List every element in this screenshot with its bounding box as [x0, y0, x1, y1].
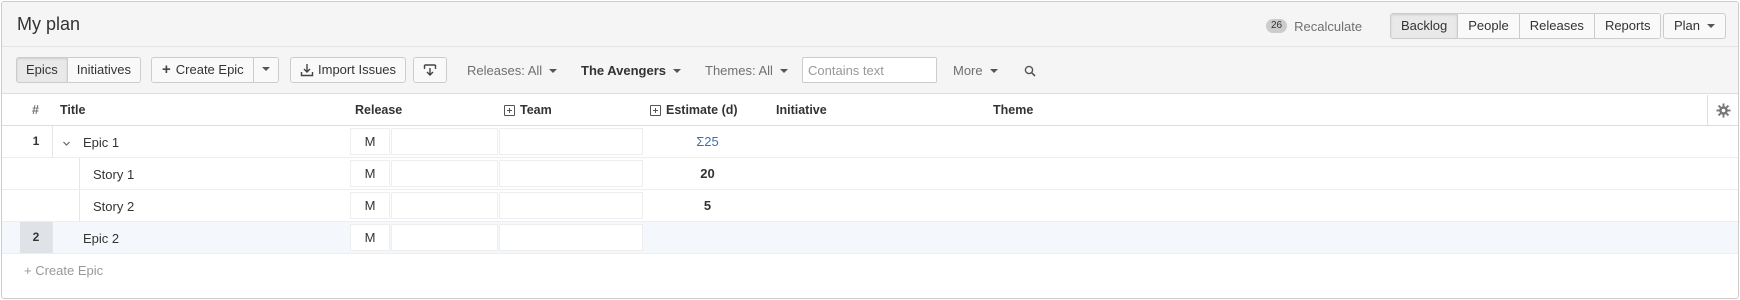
- page-title: My plan: [17, 14, 81, 34]
- tab-people[interactable]: People: [1457, 14, 1519, 38]
- export-icon: [423, 64, 437, 76]
- row-title[interactable]: Epic 2: [83, 231, 119, 246]
- themes-filter-dropdown[interactable]: Themes: All: [705, 63, 788, 78]
- export-button[interactable]: [414, 58, 446, 82]
- chevron-down-icon: [673, 68, 682, 73]
- collapse-toggle[interactable]: [62, 136, 71, 151]
- team-cell[interactable]: [499, 192, 643, 219]
- recalculate-control[interactable]: 26 Recalculate: [1266, 17, 1362, 35]
- more-dropdown[interactable]: More: [953, 63, 998, 78]
- column-initiative[interactable]: Initiative: [776, 103, 827, 117]
- more-label: More: [953, 63, 983, 78]
- chevron-down-icon: [1707, 23, 1716, 28]
- chevron-down-icon: [261, 67, 270, 71]
- chevron-down-icon: [549, 68, 558, 73]
- search-button[interactable]: [1024, 65, 1036, 80]
- column-release[interactable]: Release: [355, 103, 402, 117]
- plus-icon: +: [162, 61, 171, 78]
- releases-filter-label: Releases: All: [467, 63, 543, 78]
- create-epic-button[interactable]: + Create Epic: [152, 58, 253, 82]
- export-group: [413, 57, 447, 83]
- column-estimate[interactable]: Estimate (d): [650, 103, 738, 117]
- release-cell[interactable]: M: [350, 160, 390, 187]
- create-epic-dropdown-button[interactable]: [252, 58, 278, 82]
- row-title[interactable]: Story 2: [93, 199, 134, 214]
- team-cell[interactable]: [499, 224, 643, 251]
- team-cell[interactable]: [499, 160, 643, 187]
- release-extra-cell[interactable]: [391, 128, 498, 155]
- chevron-down-icon: [989, 68, 998, 73]
- view-switcher: Backlog People Releases Reports: [1390, 13, 1662, 39]
- create-epic-link[interactable]: + Create Epic: [24, 263, 103, 278]
- plan-menu-button[interactable]: Plan: [1663, 13, 1727, 39]
- initiatives-toggle[interactable]: Initiatives: [66, 58, 140, 82]
- search-icon: [1024, 65, 1036, 77]
- tab-releases[interactable]: Releases: [1518, 14, 1594, 38]
- tab-reports[interactable]: Reports: [1593, 14, 1661, 38]
- team-cell[interactable]: [499, 128, 643, 155]
- row-title[interactable]: Epic 1: [83, 135, 119, 150]
- releases-filter-dropdown[interactable]: Releases: All: [467, 63, 558, 78]
- import-issues-group: Import Issues: [290, 57, 407, 83]
- story-indent: [20, 158, 80, 189]
- search-input[interactable]: [802, 57, 937, 83]
- epics-toggle[interactable]: Epics: [17, 58, 67, 82]
- table-row-story-1[interactable]: Story 1 M 20: [2, 158, 1738, 190]
- create-epic-split-button: + Create Epic: [151, 57, 279, 83]
- release-extra-cell[interactable]: [391, 160, 498, 187]
- plan-toolbar: Epics Initiatives + Create Epic Import I…: [2, 47, 1738, 94]
- team-filter-label: The Avengers: [581, 63, 667, 78]
- estimate-value[interactable]: 5: [650, 198, 765, 213]
- row-rank: 2: [20, 222, 53, 253]
- column-team[interactable]: Team: [504, 103, 552, 117]
- table-row-epic-2[interactable]: 2 Epic 2 M: [2, 222, 1738, 254]
- release-cell[interactable]: M: [350, 128, 390, 155]
- expand-icon[interactable]: [650, 104, 661, 116]
- expand-icon[interactable]: [504, 104, 515, 116]
- chevron-down-icon: [779, 68, 788, 73]
- recalculate-link[interactable]: Recalculate: [1294, 19, 1362, 34]
- create-epic-label: Create Epic: [175, 62, 244, 77]
- table-row-epic-1[interactable]: 1 Epic 1 M Σ25: [2, 126, 1738, 158]
- column-rank: #: [32, 103, 39, 117]
- column-theme[interactable]: Theme: [993, 103, 1033, 117]
- recalc-count-badge: 26: [1266, 19, 1288, 33]
- import-icon: [300, 64, 314, 77]
- plan-window: My plan 26 Recalculate Backlog People Re…: [1, 1, 1739, 299]
- team-filter-dropdown[interactable]: The Avengers: [581, 63, 682, 78]
- release-extra-cell[interactable]: [391, 192, 498, 219]
- row-rank: 1: [20, 126, 53, 157]
- chevron-down-icon: [63, 141, 70, 146]
- plan-header: My plan 26 Recalculate Backlog People Re…: [2, 2, 1738, 47]
- release-cell[interactable]: M: [350, 192, 390, 219]
- import-issues-label: Import Issues: [318, 62, 397, 77]
- tab-backlog[interactable]: Backlog: [1391, 14, 1458, 38]
- import-issues-button[interactable]: Import Issues: [291, 58, 406, 82]
- release-cell[interactable]: M: [350, 224, 390, 251]
- estimate-sum: Σ25: [696, 134, 719, 149]
- hierarchy-toggle: Epics Initiatives: [16, 57, 141, 83]
- story-indent: [20, 190, 80, 221]
- plan-menu-label: Plan: [1674, 18, 1701, 33]
- row-title[interactable]: Story 1: [93, 167, 134, 182]
- themes-filter-label: Themes: All: [705, 63, 773, 78]
- table-header: # Title Release Team Estimate (d) Initia…: [2, 95, 1738, 126]
- column-title[interactable]: Title: [60, 103, 85, 117]
- gear-icon: [1715, 103, 1731, 118]
- estimate-value[interactable]: 20: [650, 166, 765, 181]
- column-settings-button[interactable]: [1707, 95, 1738, 126]
- table-row-story-2[interactable]: Story 2 M 5: [2, 190, 1738, 222]
- release-extra-cell[interactable]: [391, 224, 498, 251]
